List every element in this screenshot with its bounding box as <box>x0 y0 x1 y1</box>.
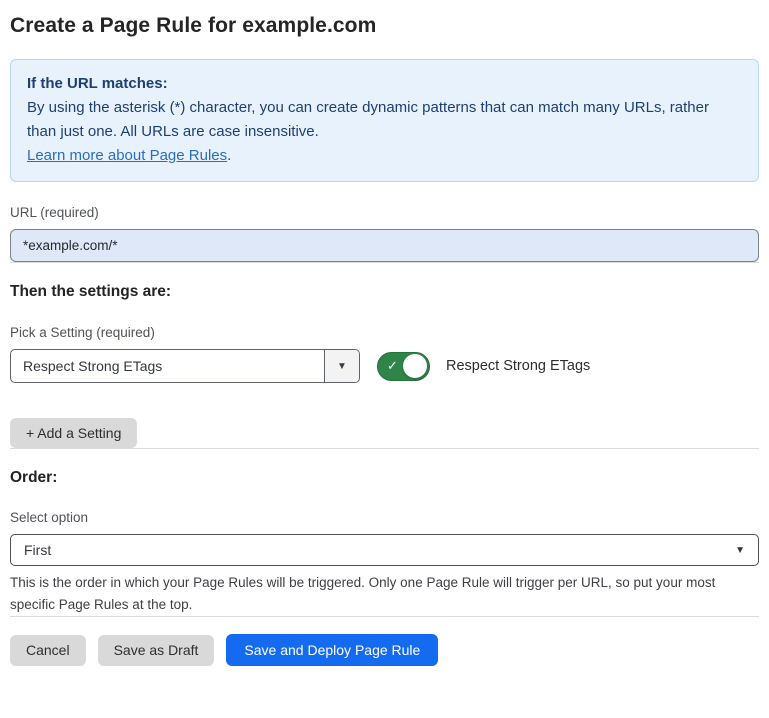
order-select-value: First <box>24 542 51 558</box>
cancel-button[interactable]: Cancel <box>10 635 86 666</box>
setting-select[interactable]: Respect Strong ETags ▼ <box>10 349 360 383</box>
action-buttons-row: Cancel Save as Draft Save and Deploy Pag… <box>10 634 759 666</box>
create-page-rule-page: Create a Page Rule for example.com If th… <box>0 0 769 682</box>
order-select[interactable]: First ▼ <box>10 534 759 566</box>
order-help-text: This is the order in which your Page Rul… <box>10 572 759 616</box>
save-deploy-button[interactable]: Save and Deploy Page Rule <box>226 634 438 666</box>
page-title: Create a Page Rule for example.com <box>10 14 759 38</box>
section-divider <box>10 616 759 617</box>
section-divider <box>10 262 759 263</box>
chevron-down-icon[interactable]: ▼ <box>324 350 359 382</box>
setting-toggle[interactable]: ✓ <box>377 352 430 381</box>
url-label: URL (required) <box>10 205 759 220</box>
info-box-heading: If the URL matches: <box>27 72 742 96</box>
settings-heading: Then the settings are: <box>10 283 759 301</box>
section-divider <box>10 448 759 449</box>
order-heading: Order: <box>10 469 759 487</box>
link-suffix-period: . <box>227 147 231 164</box>
save-draft-button[interactable]: Save as Draft <box>98 635 215 666</box>
toggle-label: Respect Strong ETags <box>446 358 590 374</box>
chevron-down-icon: ▼ <box>735 545 745 556</box>
setting-row: Respect Strong ETags ▼ ✓ Respect Strong … <box>10 349 759 383</box>
info-box-body: By using the asterisk (*) character, you… <box>27 96 742 144</box>
pick-setting-label: Pick a Setting (required) <box>10 325 759 340</box>
add-setting-button[interactable]: + Add a Setting <box>10 418 137 448</box>
setting-select-value: Respect Strong ETags <box>11 350 324 382</box>
learn-more-link[interactable]: Learn more about Page Rules <box>27 147 227 164</box>
toggle-knob <box>403 354 427 378</box>
check-icon: ✓ <box>387 358 398 374</box>
select-option-label: Select option <box>10 510 759 525</box>
url-match-info-box: If the URL matches: By using the asteris… <box>10 59 759 182</box>
url-input[interactable] <box>10 229 759 262</box>
info-box-link-line: Learn more about Page Rules. <box>27 144 742 168</box>
